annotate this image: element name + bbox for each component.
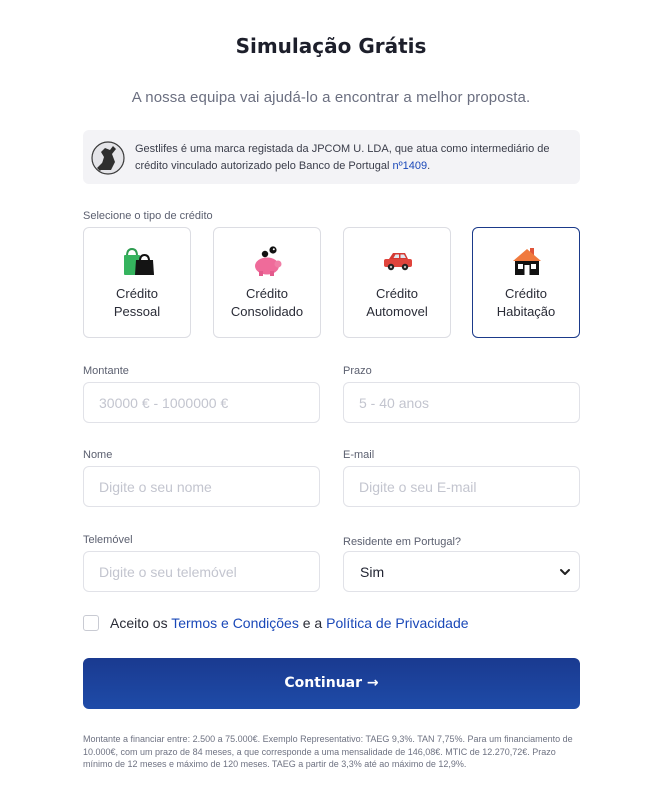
page-subtitle: A nossa equipa vai ajudá-lo a encontrar … (131, 89, 531, 106)
privacy-link[interactable]: Política de Privacidade (326, 615, 468, 631)
email-label: E-mail (343, 449, 375, 461)
credit-option-label: Crédito Habitação (496, 286, 556, 319)
terms-checkbox[interactable] (83, 615, 99, 631)
credit-option-automovel[interactable]: Crédito Automovel (343, 227, 451, 338)
prazo-label: Prazo (343, 365, 372, 377)
car-icon (384, 253, 412, 271)
montante-label: Montante (83, 365, 129, 377)
notice-text: Gestlifes é uma marca registada da JPCOM… (135, 143, 550, 172)
brand-logo-icon (91, 141, 125, 175)
email-input[interactable] (343, 466, 580, 507)
terms-link[interactable]: Termos e Condições (171, 615, 299, 631)
terms-text: Aceito os Termos e Condições e a Polític… (110, 615, 469, 631)
shopping-bags-icon (124, 247, 154, 275)
telemovel-input[interactable] (83, 551, 320, 592)
residente-select[interactable]: Sim (343, 551, 580, 592)
nome-input[interactable] (83, 466, 320, 507)
residente-label: Residente em Portugal? (343, 536, 462, 548)
residente-select-value: Sim (360, 564, 385, 580)
credit-option-habitacao[interactable]: Crédito Habitação (472, 227, 580, 338)
nome-label: Nome (83, 449, 113, 461)
credit-option-label: Crédito Pessoal (113, 286, 161, 319)
registration-number: nº1409 (392, 160, 428, 172)
page-title: Simulação Grátis (235, 34, 427, 58)
continue-button[interactable]: Continuar → (83, 658, 580, 709)
telemovel-label: Telemóvel (83, 534, 133, 546)
legal-footnote: Montante a financiar entre: 2.500 a 75.0… (83, 734, 573, 769)
credit-option-pessoal[interactable]: Crédito Pessoal (83, 227, 191, 338)
intermediary-notice: Gestlifes é uma marca registada da JPCOM… (83, 130, 580, 184)
chevron-down-icon (560, 569, 570, 575)
prazo-input[interactable] (343, 382, 580, 423)
credit-option-label: Crédito Automovel (366, 286, 428, 319)
credit-option-consolidado[interactable]: Crédito Consolidado (213, 227, 321, 338)
piggy-bank-icon (255, 246, 282, 276)
credit-option-label: Crédito Consolidado (230, 286, 304, 319)
credit-type-label: Selecione o tipo de crédito (83, 210, 213, 222)
montante-input[interactable] (83, 382, 320, 423)
house-icon (513, 248, 541, 275)
